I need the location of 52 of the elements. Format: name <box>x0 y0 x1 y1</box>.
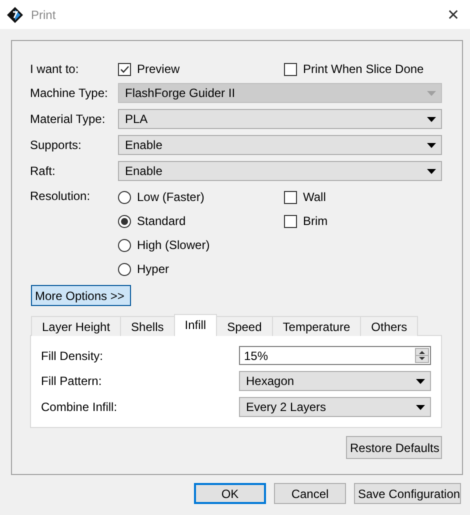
spin-arrows-icon <box>415 348 429 363</box>
checkbox[interactable] <box>284 190 297 204</box>
caret-icon <box>427 142 436 148</box>
checkbox-label: Wall <box>303 190 326 204</box>
close-icon[interactable]: ✕ <box>447 6 460 24</box>
window-title: Print <box>31 8 57 22</box>
field-label: Fill Pattern: <box>41 374 103 388</box>
dropdown[interactable]: Enable <box>118 135 442 155</box>
field-label: Material Type: <box>30 112 106 126</box>
restore-defaults-button[interactable]: Restore Defaults <box>346 436 442 459</box>
radio-label: Standard <box>137 214 186 228</box>
dialog-button[interactable]: OK <box>194 483 266 504</box>
radio-label: Low (Faster) <box>137 190 204 204</box>
field-label: Combine Infill: <box>41 400 118 414</box>
more-options-button[interactable]: More Options >> <box>31 285 131 306</box>
field-label: I want to: <box>30 62 80 76</box>
radio-button[interactable] <box>118 214 131 228</box>
checkbox[interactable] <box>118 62 131 76</box>
dialog-button[interactable]: Save Configuration <box>354 483 461 504</box>
radio-button[interactable] <box>118 190 131 204</box>
radio-label: High (Slower) <box>137 238 210 252</box>
caret-icon <box>427 90 436 96</box>
checkbox[interactable] <box>284 62 297 76</box>
tab[interactable]: Layer Height <box>31 316 122 336</box>
caret-icon <box>427 168 436 174</box>
caret-icon <box>416 378 425 384</box>
tab[interactable]: Others <box>360 316 418 336</box>
checkbox-label: Print When Slice Done <box>303 62 424 76</box>
tab[interactable]: Infill <box>174 314 218 336</box>
spin-box[interactable]: 15% <box>239 346 431 365</box>
tab[interactable]: Shells <box>120 316 175 336</box>
caret-icon <box>416 404 425 410</box>
radio-button[interactable] <box>118 238 131 252</box>
checkbox[interactable] <box>284 214 297 228</box>
field-label: Fill Density: <box>41 348 104 362</box>
checkbox-label: Preview <box>137 62 180 76</box>
radio-button[interactable] <box>118 262 131 276</box>
caret-icon <box>427 116 436 122</box>
dropdown[interactable]: Hexagon <box>239 371 431 391</box>
tab[interactable]: Speed <box>216 316 273 336</box>
radio-label: Hyper <box>137 262 170 276</box>
dropdown[interactable]: Enable <box>118 161 442 181</box>
field-label: Supports: <box>30 138 82 152</box>
app-logo-icon <box>7 6 23 22</box>
dropdown[interactable]: PLA <box>118 109 442 129</box>
dialog-button[interactable]: Cancel <box>274 483 346 504</box>
tab[interactable]: Temperature <box>272 316 362 336</box>
field-label: Machine Type: <box>30 86 109 100</box>
dropdown[interactable]: Every 2 Layers <box>239 397 431 417</box>
checkbox-label: Brim <box>303 214 328 228</box>
field-label: Resolution: <box>30 189 92 205</box>
field-label: Raft: <box>30 164 56 178</box>
